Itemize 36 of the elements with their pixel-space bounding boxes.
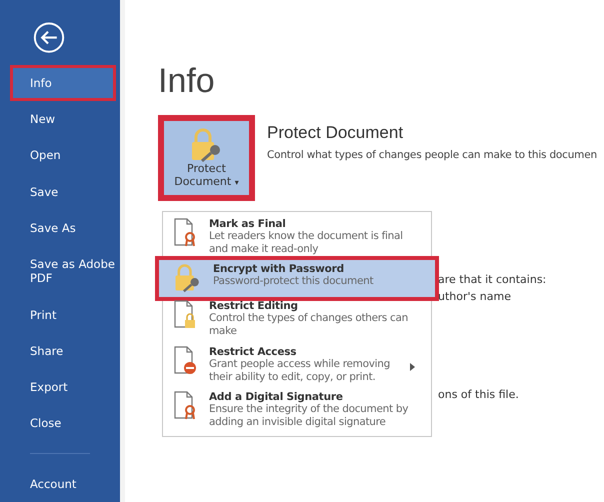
sidebar-item[interactable]: Share xyxy=(0,332,120,369)
document-block-icon xyxy=(173,346,199,376)
sidebar-item[interactable]: Open xyxy=(0,137,120,174)
info-text: are that it contains: xyxy=(438,273,546,286)
menu-item-description: Ensure the integrity of the document by adding an invisible digital signature xyxy=(209,402,410,429)
sidebar-item[interactable]: New xyxy=(0,101,120,138)
back-icon[interactable] xyxy=(33,22,65,54)
sidebar-item[interactable]: Save xyxy=(0,174,120,210)
menu-item-title: Mark as Final xyxy=(209,218,287,230)
sidebar-item[interactable]: Account xyxy=(0,466,120,502)
section-heading: Protect Document xyxy=(267,123,404,143)
button-label: Protect Document ▾ xyxy=(173,162,240,188)
menu-item[interactable]: Encrypt with Password Password-protect this document xyxy=(159,260,435,298)
menu-item-title: Restrict Access xyxy=(209,346,298,358)
menu-item-description: Password-protect this document xyxy=(213,275,374,288)
sidebar-item[interactable]: Print xyxy=(0,296,120,333)
sidebar-item[interactable]: Info xyxy=(10,65,116,102)
menu-item-title: Encrypt with Password xyxy=(213,263,345,276)
section-description: Control what types of changes people can make to this documen xyxy=(267,149,597,161)
sidebar-item[interactable]: Close xyxy=(0,404,120,441)
menu-item-description: Let readers know the document is final and make it read-only xyxy=(209,230,404,256)
protect-document-button[interactable]: Protect Document ▾ xyxy=(158,115,255,201)
info-text: ons of this file. xyxy=(438,388,519,401)
sidebar-item[interactable]: Save as Adobe PDF xyxy=(0,246,120,297)
sidebar-item[interactable]: Save As xyxy=(0,210,120,246)
menu-item-title: Add a Digital Signature xyxy=(209,390,344,403)
info-text: uthor's name xyxy=(438,290,511,303)
menu-item[interactable]: Mark as Final Let readers know the document is final and make it read-only xyxy=(163,215,431,260)
menu-item-title: Restrict Editing xyxy=(209,300,299,312)
menu-item[interactable]: Restrict Editing Control the types of changes others can make xyxy=(163,297,431,342)
sidebar-item[interactable]: Export xyxy=(0,368,120,405)
menu-item[interactable]: Restrict Access Grant people access while removing their ability to edit, copy, or print. xyxy=(163,342,431,388)
menu-item-description: Control the types of changes others can make xyxy=(209,312,409,338)
menu-item-description: Grant people access while removing their ability to edit, copy, or print. xyxy=(209,358,391,384)
menu-item[interactable]: Add a Digital Signature Ensure the integrity of the document by adding an invisible digital signature xyxy=(163,388,431,433)
page-title: Info xyxy=(158,62,216,101)
